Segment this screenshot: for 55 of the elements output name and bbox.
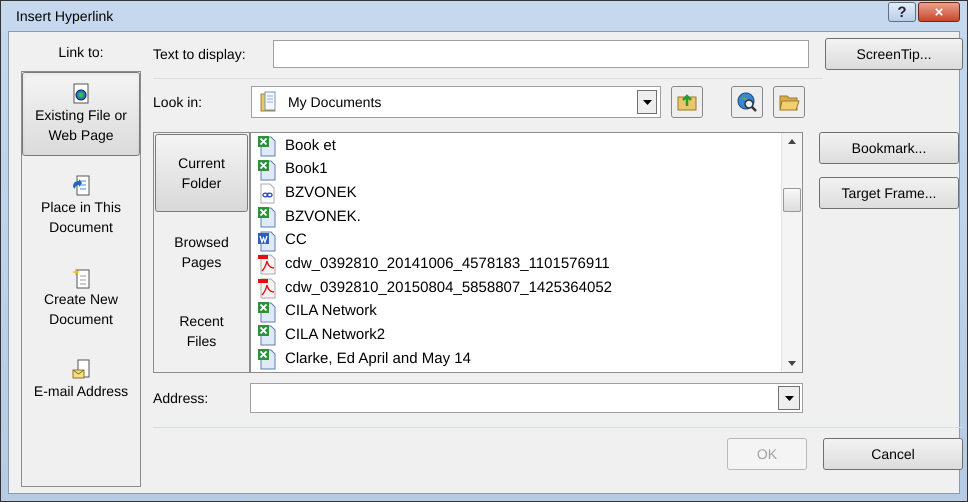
up-folder-button[interactable] <box>671 86 703 118</box>
spreadsheet-file-icon <box>257 348 277 370</box>
address-field[interactable] <box>250 383 803 413</box>
help-button[interactable]: ? <box>888 2 916 22</box>
scrollbar[interactable] <box>781 133 802 372</box>
folder-up-icon <box>676 92 698 112</box>
scroll-down-icon <box>788 361 796 366</box>
spreadsheet-file-icon <box>257 206 277 228</box>
file-item[interactable]: CILA Network <box>257 300 781 324</box>
pdf-file-icon <box>257 276 277 299</box>
file-item[interactable]: CC <box>257 228 781 252</box>
spreadsheet-file-icon <box>257 134 277 157</box>
target-frame-button[interactable]: Target Frame... <box>819 177 959 209</box>
link-to-option[interactable]: Existing File or Web Page <box>22 72 140 156</box>
document-envelope-icon <box>71 359 91 381</box>
file-item[interactable]: BZVONEK <box>257 181 781 206</box>
document-file-icon <box>257 230 277 252</box>
address-label: Address: <box>153 388 210 408</box>
scroll-thumb[interactable] <box>783 188 801 212</box>
document-arrow-icon <box>71 175 91 197</box>
file-item[interactable]: CILA Network2 <box>257 324 781 348</box>
screentip-button[interactable]: ScreenTip... <box>825 38 963 70</box>
file-item[interactable]: Clarke, Ed April and May 14 <box>257 347 781 371</box>
file-item[interactable]: Book1 <box>257 158 781 182</box>
bookmark-button[interactable]: Bookmark... <box>819 132 959 164</box>
browse-tab[interactable]: Current Folder <box>155 134 248 212</box>
link-to-option[interactable]: E-mail Address <box>22 348 140 412</box>
browse-file-button[interactable] <box>773 86 805 118</box>
cancel-button[interactable]: Cancel <box>823 438 963 470</box>
pdf-file-icon <box>257 253 277 276</box>
look-in-dropdown[interactable]: My Documents <box>251 86 661 118</box>
file-item[interactable]: Book et <box>257 134 781 158</box>
link-to-option[interactable]: Place in This Document <box>22 164 140 248</box>
browse-web-button[interactable] <box>731 86 763 118</box>
globe-search-icon <box>736 91 758 113</box>
link-to-label: Link to: <box>57 43 105 62</box>
caret-icon <box>642 100 652 104</box>
scroll-up-icon <box>788 139 796 144</box>
file-item[interactable]: cdw_0392810_20141006_4578183_1101576911 <box>257 252 781 276</box>
text-to-display-label: Text to display: <box>153 44 247 64</box>
spreadsheet-file-icon <box>257 300 277 323</box>
document-globe-icon <box>71 83 91 105</box>
caret-icon <box>784 396 794 400</box>
look-in-value: My Documents <box>288 92 382 112</box>
window-title: Insert Hyperlink <box>15 6 114 26</box>
spreadsheet-file-icon <box>257 324 277 346</box>
file-item[interactable]: BZVONEK. <box>257 205 781 229</box>
spreadsheet-file-icon <box>257 158 277 181</box>
new-document-icon <box>71 267 91 289</box>
browse-tab[interactable]: Recent Files <box>155 292 248 370</box>
text-to-display-field[interactable] <box>273 40 809 68</box>
look-in-label: Look in: <box>153 92 204 112</box>
link-to-option[interactable]: Create New Document <box>22 256 140 340</box>
browse-tab[interactable]: Browsed Pages <box>155 213 248 291</box>
file-item[interactable]: cdw_0392810_20150804_5858807_1425364052 <box>257 276 781 300</box>
